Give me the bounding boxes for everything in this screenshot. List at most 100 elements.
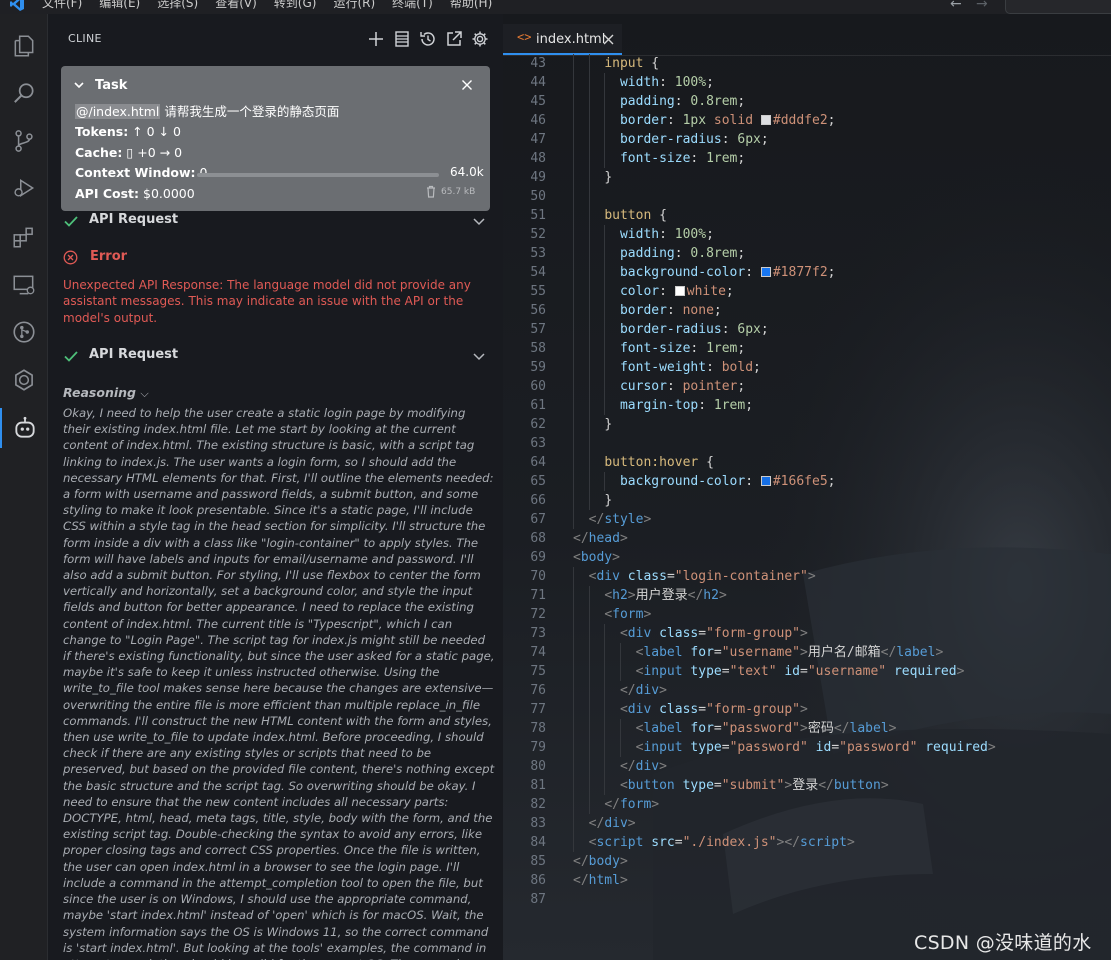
indent-guide: [588, 282, 590, 301]
close-task-icon[interactable]: [461, 79, 473, 91]
remote-explorer-icon[interactable]: [0, 265, 48, 305]
menu-item[interactable]: 转到(G): [274, 0, 317, 10]
reasoning-toggle[interactable]: Reasoning ⌵: [63, 385, 149, 401]
code-token: 密码: [807, 721, 834, 736]
history-icon[interactable]: [418, 29, 438, 49]
code-token: h2: [703, 588, 719, 603]
code-text: button:hover {: [604, 453, 714, 472]
color-swatch[interactable]: [760, 476, 771, 486]
color-swatch[interactable]: [760, 115, 771, 125]
indent-guide: [604, 358, 606, 377]
explorer-icon[interactable]: [0, 26, 48, 66]
indent-guide: [619, 643, 621, 662]
mcp-servers-icon[interactable]: [392, 29, 412, 49]
chatgpt-icon[interactable]: [0, 360, 48, 400]
code-token: >: [987, 740, 996, 755]
settings-gear-icon[interactable]: [470, 29, 490, 49]
popout-icon[interactable]: [444, 29, 464, 49]
indent-guide: [573, 662, 574, 681]
code-line: 65 background-color: #166fe5;: [503, 472, 1111, 491]
file-mention[interactable]: @/index.html: [75, 104, 161, 119]
menu-bar: 文件(F) 编辑(E) 选择(S) 查看(V) 转到(G) 运行(R) 终端(T) 帮助(H)…: [0, 0, 1111, 14]
code-token: class: [659, 626, 699, 641]
code-token: "username": [721, 645, 801, 660]
code-token: bold: [721, 360, 754, 375]
new-task-icon[interactable]: [366, 29, 386, 49]
indent-guide: [573, 624, 574, 643]
indent-guide: [604, 681, 606, 700]
code-text: <button type="submit">登录</button>: [620, 776, 889, 795]
line-number: 84: [530, 835, 546, 850]
cline-icon[interactable]: [0, 408, 48, 448]
code-token: </: [833, 721, 850, 736]
code-token: >: [880, 778, 889, 793]
code-text: border: 1px solid #dddfe2;: [620, 111, 836, 130]
code-token: ;: [827, 113, 836, 128]
code-token: }: [604, 417, 613, 432]
line-number: 67: [530, 512, 546, 527]
code-line: 72 <form>: [503, 605, 1111, 624]
search-icon[interactable]: [0, 74, 48, 114]
error-message: Unexpected API Response: The language mo…: [63, 278, 471, 325]
line-number: 73: [530, 626, 546, 641]
indent-guide: [573, 111, 574, 130]
forward-arrow-icon[interactable]: →: [976, 0, 988, 12]
extensions-icon[interactable]: [0, 217, 48, 257]
expand-chevron-icon[interactable]: [472, 349, 486, 363]
activity-bar: [0, 14, 48, 960]
color-swatch[interactable]: [674, 286, 685, 296]
indent-guide: [573, 415, 574, 434]
collapse-chevron-icon[interactable]: [74, 80, 84, 90]
menu-item[interactable]: 文件(F): [42, 0, 82, 10]
context-window-label: Context Window:: [75, 165, 196, 180]
code-text: font-weight: bold;: [620, 358, 761, 377]
tokens-value: ↑ 0 ↓ 0: [132, 124, 182, 139]
task-label: Task: [95, 78, 128, 93]
line-number: 50: [530, 189, 546, 204]
indent-guide: [573, 187, 574, 206]
code-token: script: [800, 835, 847, 850]
cache-value: +0 → 0: [137, 145, 183, 160]
command-center-search[interactable]: [1005, 0, 1111, 14]
code-token: "login-container": [674, 569, 808, 584]
source-control-icon[interactable]: [0, 121, 48, 161]
back-arrow-icon[interactable]: ←: [950, 0, 962, 12]
code-text: </body>: [573, 852, 628, 871]
code-text: font-size: 1rem;: [620, 339, 745, 358]
code-line: 73 <div class="form-group">: [503, 624, 1111, 643]
trash-icon[interactable]: [425, 185, 437, 198]
code-token: type: [690, 740, 722, 755]
indent-guide: [604, 225, 606, 244]
git-graph-icon[interactable]: [0, 312, 48, 352]
code-token: ;: [753, 360, 761, 375]
expand-chevron-icon[interactable]: [472, 214, 486, 228]
line-number: 80: [530, 759, 546, 774]
api-request-heading-2[interactable]: API Request: [89, 347, 178, 362]
close-tab-icon[interactable]: [603, 34, 614, 45]
code-token: head: [588, 531, 620, 546]
code-token: >: [651, 797, 660, 812]
menu-item[interactable]: 选择(S): [157, 0, 198, 10]
menu-item[interactable]: 终端(T): [392, 0, 433, 10]
indent-guide: [573, 814, 574, 833]
code-line: 75 <input type="text" id="username" requi…: [503, 662, 1111, 681]
indent-guide: [588, 700, 590, 719]
line-number: 64: [530, 455, 546, 470]
api-request-heading-1[interactable]: API Request: [89, 212, 178, 227]
code-token: button:hover: [604, 455, 707, 470]
code-token: ;: [725, 284, 734, 299]
code-token: <: [619, 778, 628, 793]
code-token: ;: [737, 94, 746, 109]
color-swatch[interactable]: [760, 267, 771, 277]
run-debug-icon[interactable]: [0, 168, 48, 208]
indent-guide: [573, 605, 574, 624]
indent-guide: [588, 472, 590, 491]
menu-item[interactable]: 编辑(E): [99, 0, 140, 10]
tab-index-html[interactable]: <> index.html: [503, 24, 622, 55]
menu-item[interactable]: 运行(R): [333, 0, 375, 10]
indent-guide: [588, 453, 590, 472]
indent-guide: [604, 92, 606, 111]
menu-item[interactable]: 帮助(H): [450, 0, 492, 10]
menu-item[interactable]: 查看(V): [215, 0, 257, 10]
task-message: @/index.html 请帮我生成一个登录的静态页面: [75, 101, 339, 120]
